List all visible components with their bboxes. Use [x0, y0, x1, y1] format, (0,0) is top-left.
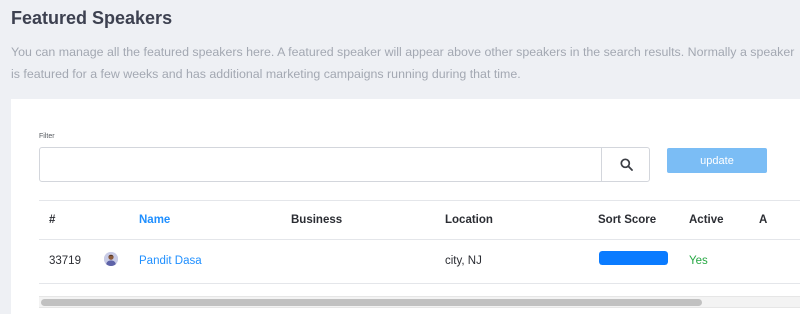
sort-score-bar	[599, 251, 668, 265]
table-header: # Name Business Location Sort Score Acti…	[39, 200, 800, 240]
page-description: You can manage all the featured speakers…	[11, 45, 795, 81]
horizontal-scrollbar[interactable]	[39, 296, 800, 308]
column-header-name[interactable]: Name	[139, 201, 170, 239]
column-header-active[interactable]: Active	[689, 201, 724, 239]
search-icon	[619, 158, 633, 171]
filter-box	[39, 147, 650, 182]
avatar	[104, 252, 118, 266]
search-button[interactable]	[601, 148, 650, 181]
filter-label: Filter	[39, 133, 55, 140]
filter-input[interactable]	[40, 148, 601, 181]
page-title: Featured Speakers	[11, 8, 173, 28]
update-button[interactable]: update	[667, 148, 767, 173]
sort-score-fill	[599, 251, 668, 265]
column-header-location[interactable]: Location	[445, 201, 493, 239]
speaker-location: city, NJ	[445, 255, 482, 267]
table-row: 33719 Pandit Dasa city, NJ Yes	[39, 240, 800, 284]
featured-speakers-card: Filter update # Name Business Location S…	[11, 99, 800, 314]
active-status: Yes	[689, 255, 708, 267]
speaker-name-link[interactable]: Pandit Dasa	[139, 240, 202, 282]
column-header-id[interactable]: #	[49, 201, 55, 239]
column-header-business[interactable]: Business	[291, 201, 342, 239]
scrollbar-thumb[interactable]	[41, 299, 702, 306]
speaker-id: 33719	[49, 255, 81, 267]
column-header-sort-score[interactable]: Sort Score	[598, 201, 656, 239]
column-header-truncated[interactable]: A	[759, 201, 767, 239]
